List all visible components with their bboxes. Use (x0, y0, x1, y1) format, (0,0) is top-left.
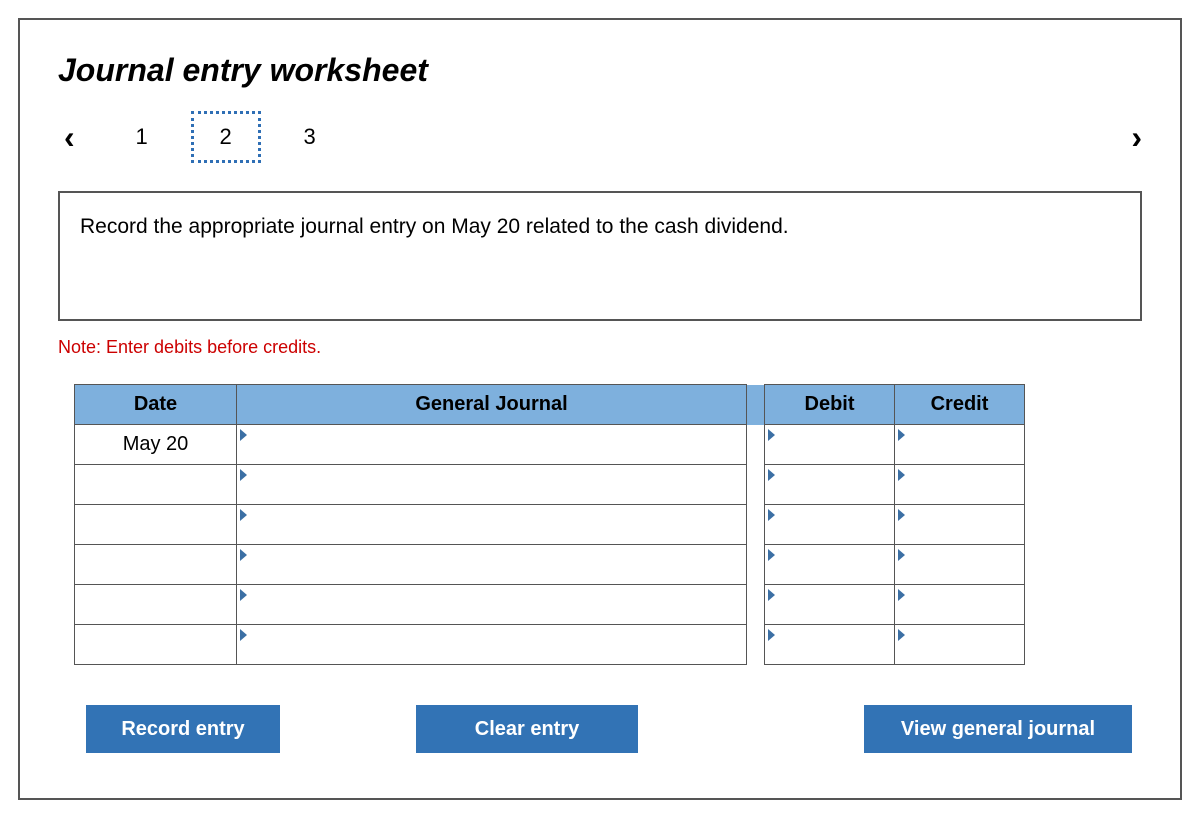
header-journal: General Journal (237, 385, 747, 425)
debit-cell[interactable] (765, 425, 895, 465)
credit-cell[interactable] (895, 545, 1025, 585)
table-row (75, 465, 1025, 505)
header-date: Date (75, 385, 237, 425)
journal-cell[interactable] (237, 585, 747, 625)
credit-cell[interactable] (895, 505, 1025, 545)
note-text: Note: Enter debits before credits. (58, 337, 1142, 358)
step-3[interactable]: 3 (275, 111, 345, 163)
debit-cell[interactable] (765, 625, 895, 665)
record-entry-button[interactable]: Record entry (86, 705, 280, 753)
date-cell[interactable] (75, 545, 237, 585)
debit-cell[interactable] (765, 585, 895, 625)
step-navigation: ‹ 1 2 3 › (58, 111, 1142, 163)
journal-cell[interactable] (237, 545, 747, 585)
page-title: Journal entry worksheet (58, 52, 1142, 89)
date-cell[interactable]: May 20 (75, 425, 237, 465)
date-cell[interactable] (75, 585, 237, 625)
journal-cell[interactable] (237, 465, 747, 505)
credit-cell[interactable] (895, 625, 1025, 665)
button-row: Record entry Clear entry View general jo… (58, 705, 1142, 753)
journal-cell[interactable] (237, 625, 747, 665)
debit-cell[interactable] (765, 545, 895, 585)
journal-entry-table: Date General Journal Debit Credit May 20 (74, 384, 1025, 665)
worksheet-frame: Journal entry worksheet ‹ 1 2 3 › Record… (18, 18, 1182, 800)
table-row (75, 505, 1025, 545)
journal-cell[interactable] (237, 505, 747, 545)
instruction-box: Record the appropriate journal entry on … (58, 191, 1142, 321)
journal-cell[interactable] (237, 425, 747, 465)
step-1[interactable]: 1 (107, 111, 177, 163)
next-step-icon[interactable]: › (1125, 121, 1148, 153)
debit-cell[interactable] (765, 465, 895, 505)
date-cell[interactable] (75, 505, 237, 545)
view-general-journal-button[interactable]: View general journal (864, 705, 1132, 753)
table-row (75, 625, 1025, 665)
prev-step-icon[interactable]: ‹ (58, 121, 81, 153)
credit-cell[interactable] (895, 585, 1025, 625)
credit-cell[interactable] (895, 425, 1025, 465)
table-row (75, 585, 1025, 625)
instruction-text: Record the appropriate journal entry on … (80, 215, 789, 238)
header-credit: Credit (895, 385, 1025, 425)
date-cell[interactable] (75, 625, 237, 665)
header-debit: Debit (765, 385, 895, 425)
clear-entry-button[interactable]: Clear entry (416, 705, 638, 753)
step-2[interactable]: 2 (191, 111, 261, 163)
debit-cell[interactable] (765, 505, 895, 545)
table-row (75, 545, 1025, 585)
table-row: May 20 (75, 425, 1025, 465)
credit-cell[interactable] (895, 465, 1025, 505)
date-cell[interactable] (75, 465, 237, 505)
